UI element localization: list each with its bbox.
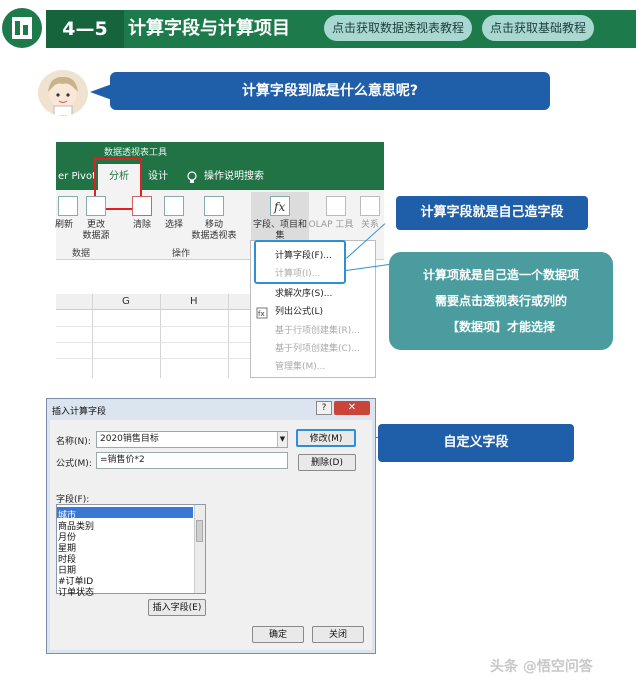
spreadsheet-logo-icon <box>12 17 32 39</box>
list-item[interactable]: 订单状态 <box>58 585 94 598</box>
tab-design[interactable]: 设计 <box>148 164 168 190</box>
group-actions-label: 操作 <box>172 249 191 259</box>
tell-me-search[interactable]: 操作说明搜索 <box>204 164 264 190</box>
menu-create-set-rows[interactable]: 基于行项创建集(R)... <box>275 323 360 336</box>
move-pivot-icon[interactable] <box>204 196 224 216</box>
menu-manage-sets[interactable]: 管理集(M)... <box>275 359 325 372</box>
header-logo <box>2 8 42 48</box>
clear-button[interactable]: 清除 <box>128 220 156 231</box>
column-headers: G H <box>56 294 252 310</box>
link-pivot-tutorial[interactable]: 点击获取数据透视表教程 <box>324 15 472 41</box>
gridline <box>228 294 229 378</box>
avatar <box>38 70 88 116</box>
fields-items-sets-button[interactable]: 字段、项目和 集 <box>250 220 310 242</box>
list-formulas-icon: fx <box>256 304 268 323</box>
lightbulb-icon <box>186 170 198 189</box>
gridline <box>56 342 252 343</box>
relations-icon <box>360 196 380 216</box>
column-g-header: G <box>122 296 130 307</box>
clear-icon[interactable] <box>132 196 152 216</box>
group-data-label: 数据 <box>72 249 91 259</box>
svg-text:fx: fx <box>258 310 265 318</box>
close-x-button[interactable]: ✕ <box>334 401 370 415</box>
section-number: 4—5 <box>46 10 124 48</box>
callout-line: 【数据项】才能选择 <box>446 320 555 334</box>
link-basic-tutorial[interactable]: 点击获取基础教程 <box>482 15 594 41</box>
relations-button[interactable]: 关系 <box>356 220 384 231</box>
formula-field[interactable]: =销售价*2 <box>96 452 288 469</box>
bubble-tail <box>90 84 112 100</box>
select-button[interactable]: 选择 <box>160 220 188 231</box>
close-button[interactable]: 关闭 <box>312 626 364 643</box>
gridline <box>56 358 252 359</box>
select-icon[interactable] <box>164 196 184 216</box>
olap-icon <box>326 196 346 216</box>
tab-power-pivot[interactable]: er Pivot <box>58 164 96 190</box>
name-label: 名称(N): <box>56 437 91 447</box>
insert-field-button[interactable]: 插入字段(E) <box>148 599 206 616</box>
menu-calculated-item[interactable]: 计算项(I)... <box>275 266 320 279</box>
menu-solve-order[interactable]: 求解次序(S)... <box>275 286 332 299</box>
dialog-title: 插入计算字段 <box>52 407 107 417</box>
callout-calculated-field: 计算字段就是自己造字段 <box>396 196 588 230</box>
callout-custom-field: 自定义字段 <box>378 424 574 462</box>
ok-button[interactable]: 确定 <box>252 626 304 643</box>
delete-button[interactable]: 删除(D) <box>298 454 356 471</box>
menu-calculated-field[interactable]: 计算字段(F)... <box>275 248 332 261</box>
name-field[interactable]: 2020销售目标 <box>96 431 288 448</box>
formula-label: 公式(M): <box>56 459 92 469</box>
menu-create-set-columns[interactable]: 基于列项创建集(C)... <box>275 341 360 354</box>
modify-button[interactable]: 修改(M) <box>296 429 356 447</box>
column-h-header: H <box>190 296 198 307</box>
question-bubble: 计算字段到底是什么意思呢? <box>110 72 550 110</box>
refresh-icon[interactable] <box>58 196 78 216</box>
section-title: 计算字段与计算项目 <box>128 18 290 39</box>
olap-tools-button[interactable]: OLAP 工具 <box>308 220 354 231</box>
list-scrollbar[interactable] <box>194 505 205 593</box>
change-source-icon[interactable] <box>86 196 106 216</box>
selected-row-highlight <box>57 507 193 518</box>
callout-calculated-item: 计算项就是自己造一个数据项 需要点击透视表行或列的 【数据项】才能选择 <box>389 252 613 350</box>
gridline <box>160 294 161 378</box>
watermark: 头条 @悟空问答 <box>490 659 593 675</box>
gridline <box>92 294 93 378</box>
change-source-button[interactable]: 更改 数据源 <box>74 220 118 242</box>
cartoon-girl-icon <box>48 76 78 116</box>
fx-icon[interactable]: fx <box>270 196 290 216</box>
refresh-button[interactable]: 刷新 <box>54 220 74 231</box>
gridline <box>56 326 252 327</box>
pivot-tools-label: 数据透视表工具 <box>104 148 168 158</box>
svg-text:fx: fx <box>273 200 285 214</box>
chevron-down-icon[interactable]: ▼ <box>277 432 287 447</box>
scrollbar-thumb[interactable] <box>196 520 203 542</box>
callout-line: 计算项就是自己造一个数据项 <box>422 268 579 282</box>
callout-line: 需要点击透视表行或列的 <box>434 294 567 308</box>
move-pivot-button[interactable]: 移动 数据透视表 <box>188 220 240 242</box>
menu-list-formulas[interactable]: 列出公式(L) <box>275 304 323 317</box>
help-button[interactable]: ? <box>316 401 332 415</box>
